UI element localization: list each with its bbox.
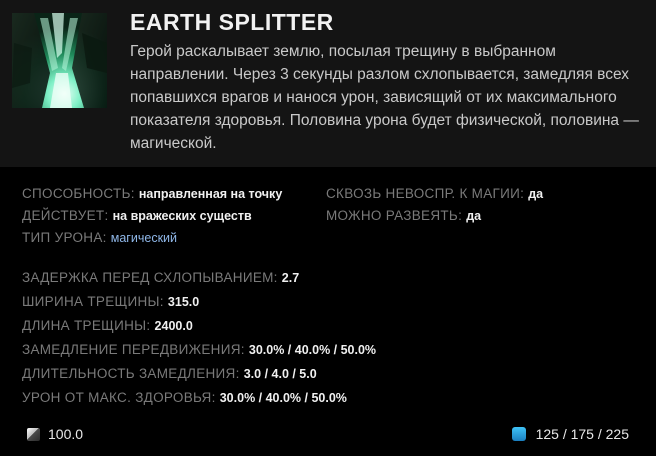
- stat-label: ШИРИНА ТРЕЩИНЫ:: [22, 294, 164, 309]
- attr-dispellable: МОЖНО РАЗВЕЯТЬ: да: [326, 208, 481, 224]
- stat-row: ЗАМЕДЛЕНИЕ ПЕРЕДВИЖЕНИЯ: 30.0% / 40.0% /…: [22, 342, 376, 357]
- attr-ability-behavior: СПОСОБНОСТЬ: направленная на точку: [22, 186, 282, 202]
- attr-spell-immunity-value: да: [528, 187, 544, 201]
- stat-label: ДЛИТЕЛЬНОСТЬ ЗАМЕДЛЕНИЯ:: [22, 366, 240, 381]
- earth-splitter-ability-icon: [12, 13, 107, 108]
- stat-value: 315.0: [167, 295, 200, 309]
- stat-label: ЗАДЕРЖКА ПЕРЕД СХЛОПЫВАНИЕМ:: [22, 270, 278, 285]
- cooldown-icon: [27, 427, 40, 441]
- attr-damage-type-value: магический: [110, 231, 178, 245]
- ability-description: Герой раскалывает землю, посылая трещину…: [130, 43, 639, 152]
- attr-affects-label: ДЕЙСТВУЕТ:: [22, 208, 109, 223]
- attr-damage-type: ТИП УРОНА: магический: [22, 230, 177, 246]
- attr-ability-label: СПОСОБНОСТЬ:: [22, 186, 135, 201]
- stat-label: УРОН ОТ МАКС. ЗДОРОВЬЯ:: [22, 390, 216, 405]
- mana-cost-value: 125 / 175 / 225: [535, 426, 629, 442]
- stat-row: ДЛИТЕЛЬНОСТЬ ЗАМЕДЛЕНИЯ: 3.0 / 4.0 / 5.0: [22, 366, 317, 381]
- stat-value: 30.0% / 40.0% / 50.0%: [219, 391, 347, 405]
- attr-affects: ДЕЙСТВУЕТ: на вражеских существ: [22, 208, 252, 224]
- stat-row: УРОН ОТ МАКС. ЗДОРОВЬЯ: 30.0% / 40.0% / …: [22, 390, 347, 405]
- attr-ability-value: направленная на точку: [138, 187, 283, 201]
- stat-value: 2.7: [281, 271, 300, 285]
- stat-value: 2400.0: [154, 319, 193, 333]
- earth-splitter-icon-art: [12, 13, 107, 108]
- attr-affects-value: на вражеских существ: [112, 209, 252, 223]
- attr-damage-type-label: ТИП УРОНА:: [22, 230, 107, 245]
- cooldown-value: 100.0: [48, 426, 84, 442]
- stat-row: ШИРИНА ТРЕЩИНЫ: 315.0: [22, 294, 199, 309]
- stat-row: ЗАДЕРЖКА ПЕРЕД СХЛОПЫВАНИЕМ: 2.7: [22, 270, 299, 285]
- ability-title: EARTH SPLITTER: [130, 9, 334, 35]
- stat-label: ЗАМЕДЛЕНИЕ ПЕРЕДВИЖЕНИЯ:: [22, 342, 245, 357]
- stat-label: ДЛИНА ТРЕЩИНЫ:: [22, 318, 151, 333]
- cooldown-display: 100.0: [27, 426, 83, 442]
- attr-spell-immunity-label: СКВОЗЬ НЕВОСПР. К МАГИИ:: [326, 186, 525, 201]
- stat-value: 30.0% / 40.0% / 50.0%: [248, 343, 377, 357]
- mana-icon: [511, 427, 526, 441]
- mana-cost-display: 125 / 175 / 225: [511, 426, 629, 442]
- attr-dispellable-label: МОЖНО РАЗВЕЯТЬ:: [326, 208, 463, 223]
- stat-row: ДЛИНА ТРЕЩИНЫ: 2400.0: [22, 318, 193, 333]
- attr-spell-immunity: СКВОЗЬ НЕВОСПР. К МАГИИ: да: [326, 186, 543, 202]
- attr-dispellable-value: да: [466, 209, 482, 223]
- ability-header: EARTH SPLITTER Герой раскалывает землю, …: [0, 0, 656, 167]
- stat-value: 3.0 / 4.0 / 5.0: [243, 367, 317, 381]
